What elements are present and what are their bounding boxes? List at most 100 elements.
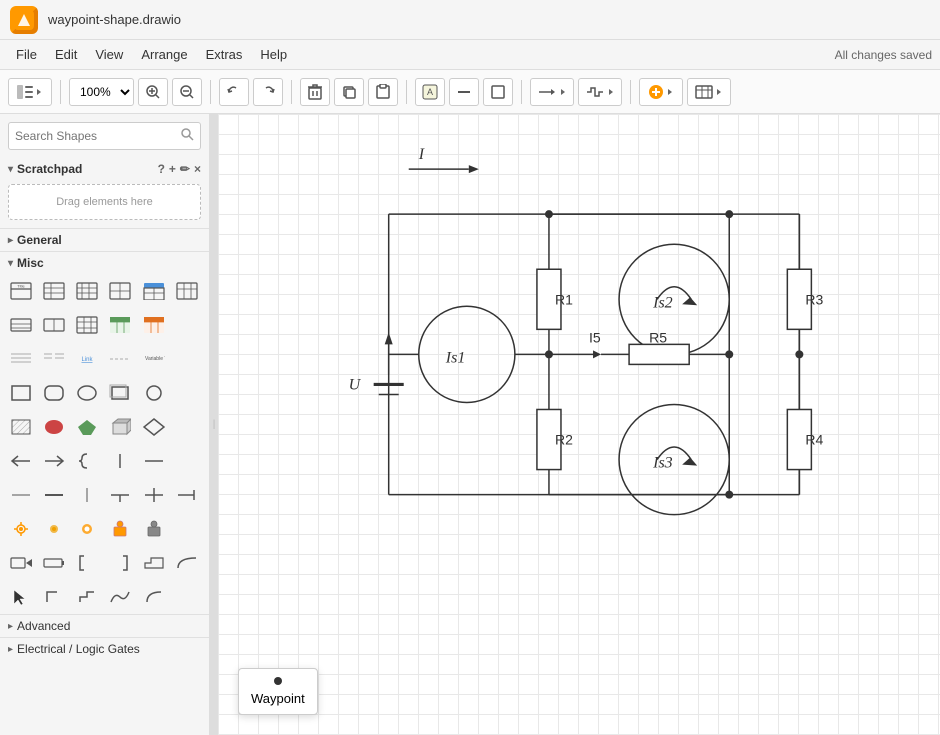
shape-vert-line[interactable] bbox=[72, 482, 102, 508]
undo-button[interactable] bbox=[219, 78, 249, 106]
shape-style-button[interactable] bbox=[483, 78, 513, 106]
shape-colored-table3[interactable] bbox=[139, 312, 169, 338]
scratchpad-help[interactable]: ? bbox=[158, 162, 165, 176]
shape-hsplit[interactable] bbox=[39, 312, 69, 338]
shape-wave[interactable] bbox=[105, 584, 135, 610]
shape-title[interactable]: Title bbox=[6, 278, 36, 304]
shape-dash-long[interactable] bbox=[39, 482, 69, 508]
shape-actor[interactable] bbox=[105, 516, 135, 542]
shape-gear3[interactable] bbox=[72, 516, 102, 542]
shape-colored-table2[interactable] bbox=[105, 312, 135, 338]
shape-rect-2[interactable] bbox=[105, 380, 135, 406]
shape-text-line[interactable] bbox=[6, 346, 36, 372]
zoom-out-button[interactable] bbox=[172, 78, 202, 106]
scratchpad-header[interactable]: ▾ Scratchpad ? + ✏ × bbox=[0, 158, 209, 180]
app-icon bbox=[10, 6, 38, 34]
shape-arrow-left[interactable] bbox=[6, 448, 36, 474]
shape-long-dash[interactable] bbox=[139, 448, 169, 474]
waypoint-dot bbox=[274, 677, 282, 685]
shape-list[interactable] bbox=[39, 278, 69, 304]
category-general[interactable]: ▸ General bbox=[0, 228, 209, 251]
shape-table-3col[interactable] bbox=[172, 278, 202, 304]
svg-text:R5: R5 bbox=[649, 329, 667, 345]
shape-hatch[interactable] bbox=[6, 414, 36, 440]
svg-text:Variable Text: Variable Text bbox=[145, 356, 165, 362]
menu-edit[interactable]: Edit bbox=[47, 44, 85, 65]
drag-area[interactable]: Drag elements here bbox=[8, 184, 201, 220]
shape-gear1[interactable] bbox=[6, 516, 36, 542]
shape-3d-box[interactable] bbox=[105, 414, 135, 440]
shape-rect[interactable] bbox=[6, 380, 36, 406]
shape-dashed[interactable] bbox=[105, 346, 135, 372]
category-electrical[interactable]: ▸ Electrical / Logic Gates bbox=[0, 637, 209, 660]
shape-grid-process bbox=[0, 512, 209, 546]
paste-style-button[interactable] bbox=[368, 78, 398, 106]
shape-t-shape[interactable] bbox=[105, 482, 135, 508]
svg-text:R4: R4 bbox=[805, 432, 823, 448]
shape-line-horiz[interactable] bbox=[6, 482, 36, 508]
shape-table-color[interactable] bbox=[139, 278, 169, 304]
shape-cross[interactable] bbox=[139, 482, 169, 508]
shape-bracket-l[interactable] bbox=[72, 550, 102, 576]
shape-diamond[interactable] bbox=[139, 414, 169, 440]
connection-style-button[interactable] bbox=[530, 78, 574, 106]
shape-table-2x2[interactable] bbox=[105, 278, 135, 304]
sidebar-toggle-button[interactable] bbox=[8, 78, 52, 106]
shape-circle[interactable] bbox=[139, 380, 169, 406]
shape-gear2[interactable] bbox=[39, 516, 69, 542]
line-style-button[interactable] bbox=[449, 78, 479, 106]
scratchpad-close[interactable]: × bbox=[194, 162, 201, 176]
delete-button[interactable] bbox=[300, 78, 330, 106]
canvas-area[interactable]: I U Is1 bbox=[218, 114, 940, 735]
category-misc[interactable]: ▾ Misc bbox=[0, 251, 209, 274]
shape-text-2col[interactable] bbox=[39, 346, 69, 372]
shape-step[interactable] bbox=[139, 550, 169, 576]
menu-arrange[interactable]: Arrange bbox=[133, 44, 195, 65]
shape-play[interactable] bbox=[6, 550, 36, 576]
shape-rounded-rect[interactable] bbox=[39, 380, 69, 406]
menu-file[interactable]: File bbox=[8, 44, 45, 65]
sidebar: ▾ Scratchpad ? + ✏ × Drag elements here … bbox=[0, 114, 210, 735]
shape-ellipse[interactable] bbox=[72, 380, 102, 406]
shape-corner-tl[interactable] bbox=[39, 584, 69, 610]
shape-hlist[interactable] bbox=[6, 312, 36, 338]
scratchpad-add[interactable]: + bbox=[169, 162, 176, 176]
shape-grid-flow bbox=[0, 546, 209, 580]
search-input[interactable] bbox=[15, 129, 181, 143]
shape-arrow-right[interactable] bbox=[39, 448, 69, 474]
shape-step2[interactable] bbox=[72, 584, 102, 610]
redo-button[interactable] bbox=[253, 78, 283, 106]
shape-battery[interactable] bbox=[39, 550, 69, 576]
menu-view[interactable]: View bbox=[87, 44, 131, 65]
search-box[interactable] bbox=[8, 122, 201, 150]
shape-link[interactable]: Link bbox=[72, 346, 102, 372]
shape-green-shape[interactable] bbox=[72, 414, 102, 440]
menu-extras[interactable]: Extras bbox=[198, 44, 251, 65]
shape-grid-3x3[interactable] bbox=[72, 312, 102, 338]
table-button[interactable] bbox=[687, 78, 731, 106]
zoom-select[interactable]: 100% 75% 150% bbox=[69, 78, 134, 106]
category-advanced[interactable]: ▸ Advanced bbox=[0, 614, 209, 637]
waypoint-style-button[interactable] bbox=[578, 78, 622, 106]
general-label: General bbox=[17, 233, 62, 247]
menu-help[interactable]: Help bbox=[252, 44, 295, 65]
insert-button[interactable] bbox=[639, 78, 683, 106]
shape-curly-brace[interactable] bbox=[72, 448, 102, 474]
shape-end-cap[interactable] bbox=[172, 482, 202, 508]
copy-style-button[interactable] bbox=[334, 78, 364, 106]
shape-list2[interactable] bbox=[72, 278, 102, 304]
svg-text:A: A bbox=[427, 87, 433, 97]
shape-user[interactable] bbox=[139, 516, 169, 542]
shape-curved[interactable] bbox=[172, 550, 202, 576]
shape-cursor[interactable] bbox=[6, 584, 36, 610]
shape-line-vert[interactable] bbox=[105, 448, 135, 474]
shape-bracket-r[interactable] bbox=[105, 550, 135, 576]
shape-arc[interactable] bbox=[139, 584, 169, 610]
zoom-in-button[interactable] bbox=[138, 78, 168, 106]
scratchpad-edit[interactable]: ✏ bbox=[180, 162, 190, 176]
fill-color-button[interactable]: A bbox=[415, 78, 445, 106]
sidebar-resize-handle[interactable] bbox=[210, 114, 218, 735]
shape-variable-text[interactable]: Variable Text bbox=[139, 346, 169, 372]
shape-grid-row3: Link Variable Text bbox=[0, 342, 209, 376]
shape-red-blob[interactable] bbox=[39, 414, 69, 440]
